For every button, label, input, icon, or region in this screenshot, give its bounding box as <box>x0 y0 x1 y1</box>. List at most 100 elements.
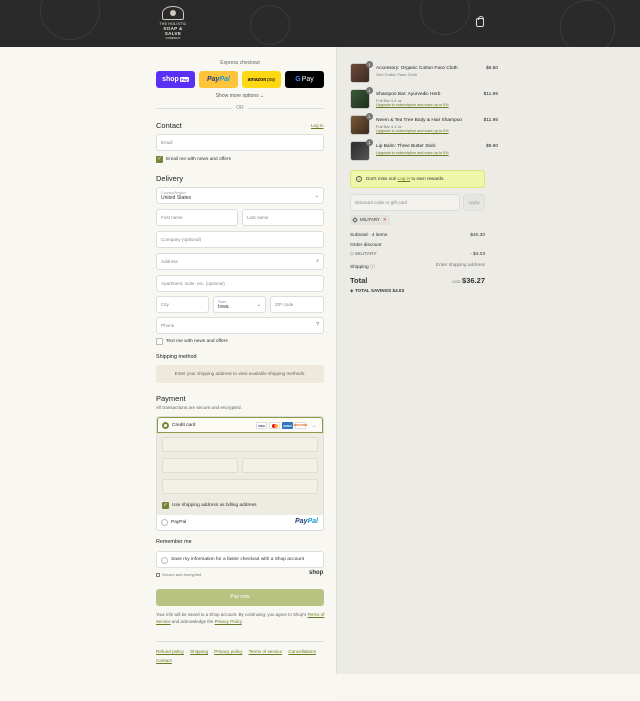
expiration-field[interactable] <box>162 458 238 473</box>
paypal-option[interactable]: PayPal PayPal <box>157 515 323 530</box>
chevron-down-icon: ⌄ <box>256 302 261 308</box>
privacy-policy-footer-link[interactable]: Privacy policy <box>214 649 242 654</box>
contact-link[interactable]: Contact <box>156 658 172 663</box>
cart-bag-icon[interactable] <box>476 16 484 27</box>
help-icon[interactable]: ? <box>316 322 319 328</box>
address-field[interactable]: Address ⌕ <box>156 253 324 270</box>
footer-divider <box>156 641 324 642</box>
shipping-link[interactable]: Shipping <box>190 649 208 654</box>
state-select[interactable]: State Iowa ⌄ <box>213 296 266 313</box>
remember-heading: Remember me <box>156 539 192 545</box>
card-brands: VISA AMEX DISCOVER → <box>256 422 316 429</box>
billing-same-label: Use shipping address as billing address <box>172 503 257 508</box>
email-news-checkbox[interactable]: ✓ <box>156 156 163 163</box>
shop-pay-button[interactable]: shop Pay <box>156 71 195 88</box>
show-more-options-link[interactable]: Show more options ⌄ <box>156 93 324 99</box>
save-info-checkbox[interactable] <box>161 557 168 564</box>
paypal-label: PayPal <box>171 520 187 525</box>
remove-discount-icon[interactable]: ✕ <box>383 217 387 222</box>
floral-decoration <box>560 0 615 47</box>
text-news-label: Text me with news and offers <box>166 339 228 344</box>
header: THE HOLISTIC SOAP & SALVE COMPANY <box>0 0 640 47</box>
search-icon: ⌕ <box>316 258 319 264</box>
shop-logo: shop <box>309 570 324 576</box>
upgrade-subscription-link[interactable]: Upgrade to subscription and save up to 5… <box>376 129 449 133</box>
credit-card-radio[interactable] <box>162 422 169 429</box>
item-title: Neem & Tea Tree Body & Hair Shampoo <box>376 118 463 123</box>
upgrade-subscription-link[interactable]: Upgrade to subscription and save up to 5… <box>376 103 449 107</box>
logo-emblem-icon <box>162 6 184 20</box>
google-pay-button[interactable]: G Pay <box>285 71 324 88</box>
order-discount-row: Order discount <box>350 243 382 248</box>
line-item: 1 Neem & Tea Tree Body & Hair Shampoo Fu… <box>350 113 498 137</box>
store-logo[interactable]: THE HOLISTIC SOAP & SALVE COMPANY <box>157 6 189 40</box>
item-price: $11.95 <box>483 92 498 97</box>
last-name-field[interactable]: Last name <box>242 209 324 226</box>
total-savings-row: ◈ TOTAL SAVINGS $4.03 <box>350 288 405 293</box>
login-link[interactable]: Log in <box>311 123 324 128</box>
amazon-pay-button[interactable]: amazon pay <box>242 71 281 88</box>
discount-code-input[interactable]: Discount code or gift card <box>350 194 460 211</box>
remember-option[interactable]: Save my information for a faster checkou… <box>156 551 324 568</box>
item-price: $6.50 <box>485 66 498 71</box>
quantity-badge: 1 <box>366 139 373 146</box>
privacy-policy-link[interactable]: Privacy Policy <box>215 619 242 624</box>
card-number-field[interactable] <box>162 437 318 452</box>
first-name-field[interactable]: First name <box>156 209 238 226</box>
shipping-row: Shipping ⓘ Enter shipping address <box>350 263 485 270</box>
quantity-badge: 1 <box>366 113 373 120</box>
phone-field[interactable]: Phone ? <box>156 317 324 334</box>
city-field[interactable]: City <box>156 296 209 313</box>
visa-icon: VISA <box>256 422 267 429</box>
line-item: 1 Lip Balm: Three Butter Stick Upgrade t… <box>350 139 498 163</box>
paypal-express-button[interactable]: Pay Pal <box>199 71 238 88</box>
name-on-card-field[interactable] <box>162 479 318 494</box>
quantity-badge: 1 <box>366 87 373 94</box>
country-select[interactable]: Country/Region United States ⌄ <box>156 187 324 204</box>
paypal-radio[interactable] <box>161 519 168 526</box>
rewards-login-link[interactable]: Log in <box>398 176 411 181</box>
delivery-heading: Delivery <box>156 174 184 183</box>
item-title: Shampoo Bar: Ayurvedic Herb <box>376 92 441 97</box>
email-field[interactable]: Email <box>156 134 324 151</box>
payment-heading: Payment <box>156 394 186 403</box>
lock-icon <box>156 573 160 577</box>
item-title: Accessory: Organic Cotton Face Cloth <box>376 66 458 71</box>
floral-decoration <box>420 0 470 35</box>
refund-policy-link[interactable]: Refund policy <box>156 649 184 654</box>
tag-icon <box>352 217 358 223</box>
contact-heading: Contact <box>156 121 182 130</box>
item-price: $11.95 <box>483 118 498 123</box>
discount-code-row: ◇ MILITARY - $4.03 <box>350 252 485 257</box>
payment-methods: Credit card VISA AMEX DISCOVER → ✓ Use s… <box>156 416 324 531</box>
help-icon[interactable]: ⓘ <box>370 265 375 270</box>
upgrade-subscription-link[interactable]: Upgrade to subscription and save up to 5… <box>376 151 449 155</box>
terms-of-service-footer-link[interactable]: Terms of service <box>249 649 282 654</box>
discover-icon: DISCOVER <box>293 422 308 429</box>
chevron-down-icon: ⌄ <box>314 193 319 199</box>
line-item: 1 Accessory: Organic Cotton Face Cloth O… <box>350 61 498 85</box>
credit-card-label: Credit card <box>172 423 196 428</box>
security-code-field[interactable] <box>242 458 318 473</box>
zip-field[interactable]: ZIP code <box>270 296 324 313</box>
cancellations-link[interactable]: Cancellations <box>288 649 316 654</box>
payment-subtext: All transactions are secure and encrypte… <box>156 405 242 410</box>
footer-links: Refund policy Shipping Privacy policy Te… <box>156 647 326 665</box>
amex-icon: AMEX <box>282 422 293 429</box>
email-news-label: Email me with news and offers <box>166 157 231 162</box>
save-info-label: Save my information for a faster checkou… <box>171 557 305 562</box>
billing-same-checkbox[interactable]: ✓ <box>162 502 169 509</box>
company-field[interactable]: Company (optional) <box>156 231 324 248</box>
text-news-checkbox[interactable] <box>156 338 163 345</box>
credit-card-option[interactable]: Credit card VISA AMEX DISCOVER → <box>157 417 323 433</box>
apartment-field[interactable]: Apartment, suite, etc. (optional) <box>156 275 324 292</box>
shipping-method-heading: Shipping method <box>156 354 197 360</box>
floral-decoration <box>40 0 100 40</box>
discount-tag: MILITARY ✕ <box>350 215 390 225</box>
floral-decoration <box>250 5 290 45</box>
express-checkout-title: Express checkout <box>220 60 260 66</box>
apply-discount-button[interactable]: Apply <box>463 194 485 211</box>
quantity-badge: 1 <box>366 61 373 68</box>
rewards-banner: i Don't miss out! Log in to earn rewards… <box>350 170 485 188</box>
pay-now-button[interactable]: Pay now <box>156 589 324 606</box>
